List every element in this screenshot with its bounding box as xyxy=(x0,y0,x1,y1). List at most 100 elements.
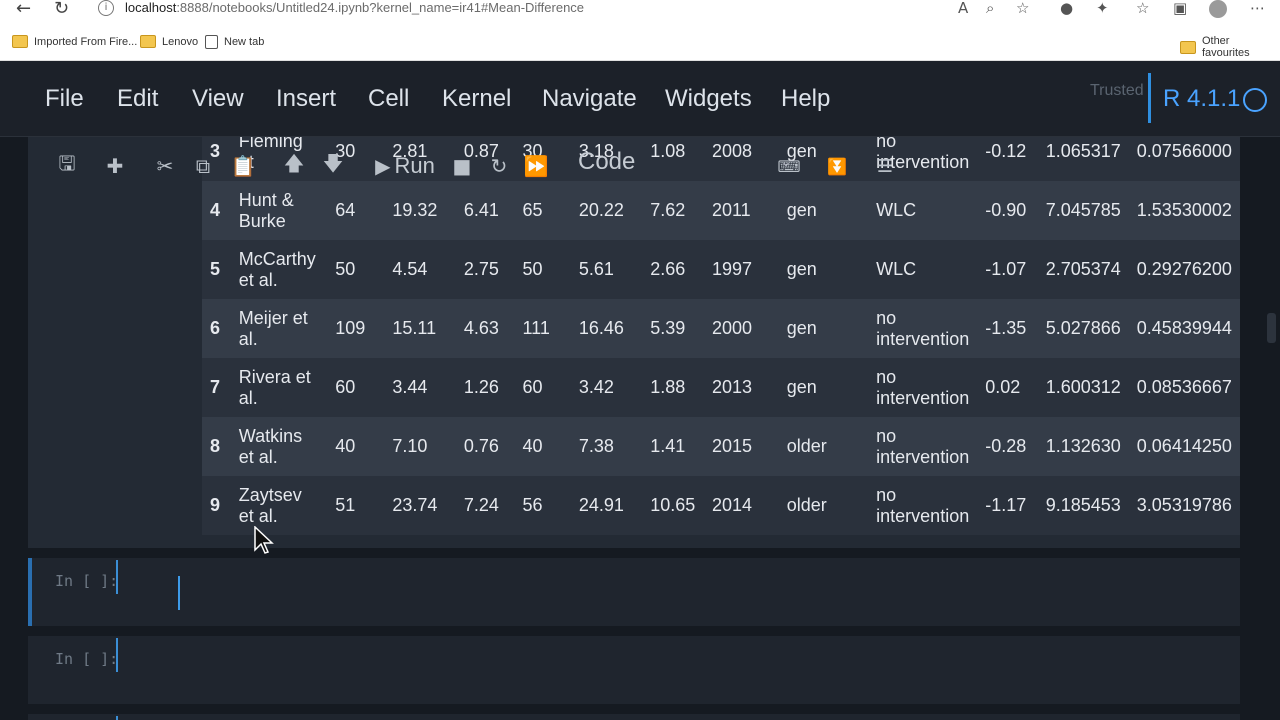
site-info-icon[interactable]: i xyxy=(98,0,114,16)
more-menu-icon[interactable]: ⋯ xyxy=(1250,0,1265,17)
table-cell: Rivera et al. xyxy=(230,358,328,417)
menu-edit[interactable]: Edit xyxy=(117,85,158,113)
table-cell: 2013 xyxy=(703,358,779,417)
table-row: 7 Rivera et al. 60 3.44 1.26 60 3.42 1.88 2013 ge… xyxy=(202,358,1240,417)
other-favourites[interactable]: Other favourites xyxy=(1180,35,1280,59)
kernel-name[interactable]: R 4.1.1 xyxy=(1163,85,1240,113)
table-cell: 9.185453 xyxy=(1037,476,1129,535)
table-cell: 7.24 xyxy=(455,476,515,535)
extensions-icon[interactable]: ✦ xyxy=(1096,0,1109,17)
table-cell: gen xyxy=(778,240,869,299)
menu-file[interactable]: File xyxy=(45,85,84,113)
table-row: 9 Zaytsev et al. 51 23.74 7.24 56 24.91 10.65 20… xyxy=(202,476,1240,535)
stop-icon[interactable]: ■ xyxy=(447,150,477,182)
table-cell: older xyxy=(778,417,869,476)
code-cell[interactable]: In [ ]: xyxy=(28,636,1240,704)
input-area-border xyxy=(116,716,118,720)
table-cell: gen xyxy=(778,299,869,358)
table-cell: -0.28 xyxy=(977,417,1038,476)
code-cell[interactable] xyxy=(28,714,1240,720)
table-cell: 5.39 xyxy=(642,299,704,358)
table-cell: 109 xyxy=(327,299,385,358)
run-button[interactable]: ▶ Run xyxy=(370,150,440,182)
table-cell: -1.17 xyxy=(977,476,1038,535)
table-cell: 60 xyxy=(327,358,385,417)
notebook-toolbar: 🖫 ✚ ✂ ⧉ 📋 🡅 🡇 ▶ Run ■ ↻ ⏩ Code ⌄ ⌨ ⏬ ☰ xyxy=(44,142,914,190)
list-icon[interactable]: ☰ xyxy=(870,150,900,182)
bookmark-imported[interactable]: Imported From Fire... xyxy=(12,35,137,48)
menu-widgets[interactable]: Widgets xyxy=(665,85,752,113)
table-cell: 5.027866 xyxy=(1037,299,1129,358)
favorite-star-icon[interactable]: ☆ xyxy=(1016,0,1029,17)
menu-help[interactable]: Help xyxy=(781,85,830,113)
bookmark-new-tab[interactable]: New tab xyxy=(205,35,264,49)
table-cell: 51 xyxy=(327,476,385,535)
table-cell: 3.42 xyxy=(570,358,643,417)
mouse-cursor-icon xyxy=(254,526,274,554)
double-chevron-down-icon[interactable]: ⏬ xyxy=(822,150,852,182)
move-up-icon[interactable]: 🡅 xyxy=(279,150,309,182)
scrollbar-thumb[interactable] xyxy=(1267,313,1276,343)
fast-forward-icon[interactable]: ⏩ xyxy=(521,150,551,182)
table-cell: no intervention xyxy=(868,358,978,417)
table-cell: 4.54 xyxy=(384,240,456,299)
url-field[interactable]: localhost:8888/notebooks/Untitled24.ipyn… xyxy=(125,0,584,15)
input-area-border xyxy=(116,638,118,672)
table-cell: 0.08536667 xyxy=(1128,358,1240,417)
read-aloud-icon[interactable]: A xyxy=(958,0,968,17)
paste-icon[interactable]: 📋 xyxy=(228,150,258,182)
bookmark-lenovo[interactable]: Lenovo xyxy=(140,35,198,48)
table-cell: 4.63 xyxy=(455,299,515,358)
table-cell: 2.66 xyxy=(642,240,704,299)
restart-icon[interactable]: ↻ xyxy=(484,150,514,182)
move-down-icon[interactable]: 🡇 xyxy=(318,150,348,182)
extension-panda-icon[interactable]: ● xyxy=(1060,0,1073,17)
table-row: 5 McCarthy et al. 50 4.54 2.75 50 5.61 2.66 1997… xyxy=(202,240,1240,299)
reload-icon[interactable]: ↻ xyxy=(54,0,69,19)
table-cell: WLC xyxy=(868,240,978,299)
collections-icon[interactable]: ▣ xyxy=(1173,0,1187,17)
menu-kernel[interactable]: Kernel xyxy=(442,85,511,113)
row-index: 8 xyxy=(202,417,231,476)
cut-icon[interactable]: ✂ xyxy=(150,150,180,182)
table-cell: 2000 xyxy=(703,299,779,358)
save-icon[interactable]: 🖫 xyxy=(52,150,82,182)
code-cell-active[interactable]: In [ ]: xyxy=(28,558,1240,626)
profile-avatar[interactable] xyxy=(1209,0,1227,18)
table-cell: 111 xyxy=(514,299,571,358)
add-cell-icon[interactable]: ✚ xyxy=(100,150,130,182)
table-cell: Zaytsev et al. xyxy=(230,476,328,535)
table-cell: Meijer et al. xyxy=(230,299,328,358)
text-caret xyxy=(178,576,180,610)
play-icon: ▶ xyxy=(375,154,391,178)
menu-insert[interactable]: Insert xyxy=(276,85,336,113)
table-cell: 3.05319786 xyxy=(1128,476,1240,535)
back-arrow-icon[interactable]: ← xyxy=(16,0,31,19)
table-cell: -0.90 xyxy=(977,181,1038,240)
trusted-indicator[interactable]: Trusted xyxy=(1090,82,1144,100)
table-cell: 3.44 xyxy=(384,358,456,417)
table-cell: -1.07 xyxy=(977,240,1038,299)
cell-type-select[interactable]: Code ⌄ xyxy=(578,148,798,184)
table-cell: 1.53530002 xyxy=(1128,181,1240,240)
copy-icon[interactable]: ⧉ xyxy=(188,150,218,182)
page-icon xyxy=(205,35,218,49)
table-cell: 7.38 xyxy=(570,417,643,476)
table-cell: 5.61 xyxy=(570,240,643,299)
table-cell: 0.29276200 xyxy=(1128,240,1240,299)
dataframe-table: 3 Fleming et 30 2.81 0.87 30 3.18 1.08 2008 gen no… xyxy=(202,137,1240,535)
keyboard-icon[interactable]: ⌨ xyxy=(774,150,804,182)
menu-view[interactable]: View xyxy=(192,85,244,113)
table-cell: 16.46 xyxy=(570,299,643,358)
favorites-list-icon[interactable]: ☆ xyxy=(1136,0,1149,17)
table-cell: no intervention xyxy=(868,299,978,358)
zoom-icon[interactable]: ⌕ xyxy=(986,0,994,17)
cell-prompt: In [ ]: xyxy=(55,572,119,590)
table-cell: gen xyxy=(778,358,869,417)
menu-cell[interactable]: Cell xyxy=(368,85,409,113)
menu-navigate[interactable]: Navigate xyxy=(542,85,637,113)
table-cell: 7.10 xyxy=(384,417,456,476)
output-cell: 3 Fleming et 30 2.81 0.87 30 3.18 1.08 2008 gen no… xyxy=(28,137,1240,548)
table-cell: 1.600312 xyxy=(1037,358,1129,417)
table-cell: no intervention xyxy=(868,476,978,535)
